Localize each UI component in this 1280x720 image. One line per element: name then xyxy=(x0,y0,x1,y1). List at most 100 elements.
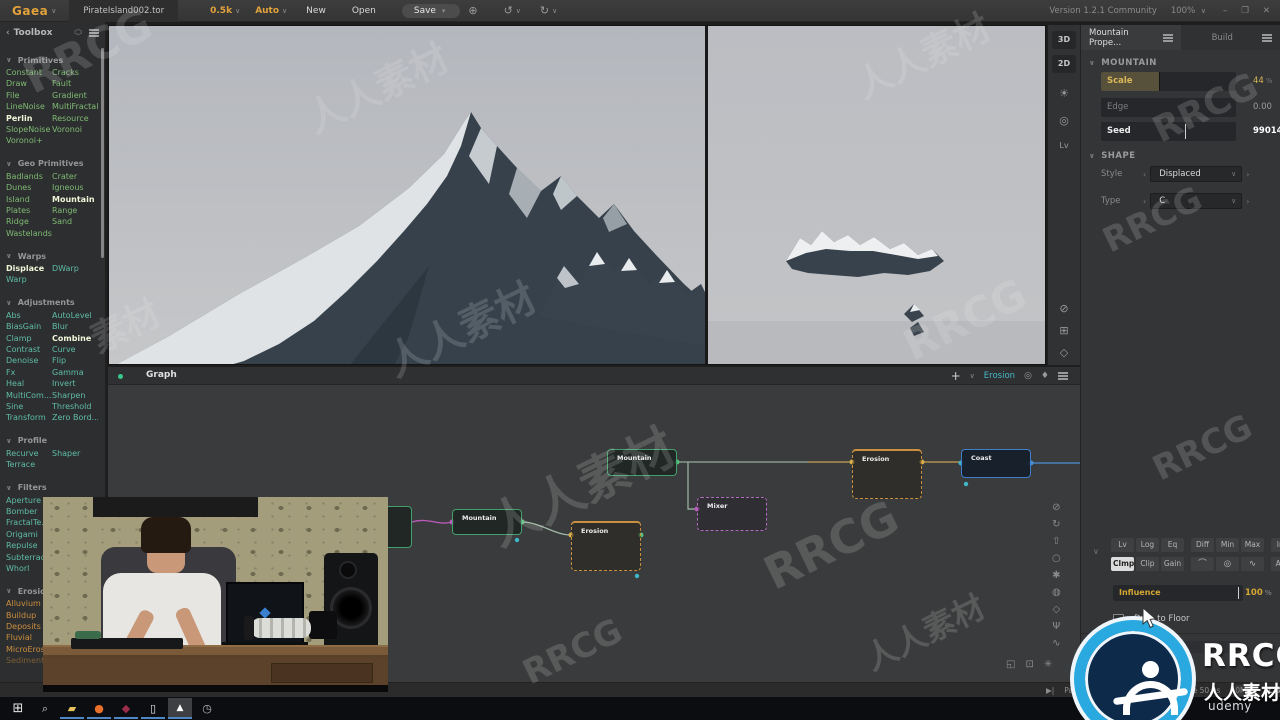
toolbox-item[interactable]: Dunes xyxy=(6,183,52,194)
influence-value[interactable]: 100% xyxy=(1245,585,1280,601)
menu-icon[interactable] xyxy=(89,32,99,34)
circle-icon[interactable]: ◎ xyxy=(1216,557,1239,571)
toolbox-item[interactable]: Island xyxy=(6,195,52,206)
toolbox-item[interactable]: Crater xyxy=(52,172,98,183)
firefox-icon[interactable]: ● xyxy=(87,698,111,719)
toolbox-item[interactable]: Terrace xyxy=(6,460,52,471)
toolbox-item[interactable]: Constant xyxy=(6,68,52,79)
level-label[interactable]: Lv xyxy=(1059,141,1068,150)
tab-build[interactable]: Build xyxy=(1180,25,1280,50)
post-button[interactable]: Inv xyxy=(1271,538,1280,552)
curve-icon[interactable]: ⌒ xyxy=(1191,557,1214,571)
tab-menu-icon[interactable] xyxy=(1262,36,1272,39)
prev-arrow-icon[interactable]: ‹ xyxy=(1139,197,1150,206)
circle-icon[interactable]: ○ xyxy=(1052,554,1061,564)
graph-title[interactable]: Graph xyxy=(146,370,177,380)
export-icon[interactable]: ⇧ xyxy=(1052,537,1060,547)
toolbox-item[interactable]: DWarp xyxy=(52,264,98,275)
style-dropdown[interactable]: Displaced ∨ xyxy=(1150,166,1243,182)
graph-menu-icon[interactable] xyxy=(1058,375,1068,377)
scrollbar[interactable] xyxy=(101,48,104,258)
toolbox-item[interactable]: Blur xyxy=(52,322,98,333)
toolbox-item[interactable]: File xyxy=(6,91,52,102)
open-button[interactable]: Open xyxy=(352,6,376,16)
toolbox-item[interactable]: Abs xyxy=(6,311,52,322)
viewport-island-view[interactable] xyxy=(707,26,1046,364)
node-coast[interactable]: Coast xyxy=(961,449,1031,478)
chevron-down-icon[interactable]: ∨ xyxy=(51,7,56,15)
preset-dropdown[interactable]: Erosion xyxy=(984,371,1015,381)
add-node-button[interactable]: + xyxy=(951,369,961,383)
toolbox-item[interactable]: Denoise xyxy=(6,356,52,367)
toolbox-item[interactable]: Wastelands xyxy=(6,229,52,240)
flame-icon[interactable]: ♦ xyxy=(1041,371,1049,381)
node-erosion-2[interactable]: Erosion xyxy=(852,449,922,499)
undo-icon[interactable]: ↺ xyxy=(504,4,513,17)
next-arrow-icon[interactable]: › xyxy=(1242,197,1253,206)
toolbox-item[interactable]: MultiCom... xyxy=(6,391,52,402)
save-button[interactable]: Save ▾ xyxy=(401,3,461,18)
toolbox-item[interactable]: Sine xyxy=(6,402,52,413)
view-3d-button[interactable]: 3D xyxy=(1052,31,1076,49)
toolbox-item[interactable]: Contrast xyxy=(6,345,52,356)
post-button[interactable]: Lv xyxy=(1111,538,1134,552)
refresh-icon[interactable]: ↻ xyxy=(1052,520,1060,530)
post-button[interactable]: Max xyxy=(1241,538,1264,552)
clock-icon[interactable]: ◷ xyxy=(195,698,219,719)
section-label[interactable]: Warps xyxy=(18,252,46,261)
document-icon[interactable]: ▯ xyxy=(141,698,165,719)
water-toggle-icon[interactable]: ⊘ xyxy=(1059,302,1068,315)
section-label[interactable]: Filters xyxy=(18,483,47,492)
toolbox-item[interactable]: Clamp xyxy=(6,334,52,345)
branch-icon[interactable]: Ψ xyxy=(1052,622,1060,632)
post-button[interactable]: Clip xyxy=(1136,557,1159,571)
toolbox-item[interactable]: Gamma xyxy=(52,368,98,379)
cube-icon[interactable]: ◇ xyxy=(1060,346,1068,359)
toolbox-item[interactable]: Badlands xyxy=(6,172,52,183)
node-mixer[interactable]: Mixer xyxy=(697,497,767,531)
post-button[interactable]: Clmp xyxy=(1111,557,1134,571)
filter-toggle-icon[interactable]: ⬭ xyxy=(74,28,82,38)
build-mode-dropdown[interactable]: Auto xyxy=(255,6,279,16)
close-button[interactable]: ✕ xyxy=(1263,6,1270,16)
redo-icon[interactable]: ↻ xyxy=(540,4,549,17)
frame-icon[interactable]: ◱ xyxy=(1006,659,1015,670)
compass-icon[interactable]: ◎ xyxy=(1059,114,1069,127)
tag-icon[interactable]: ◇ xyxy=(1053,605,1061,615)
toolbox-item[interactable]: Voronoi xyxy=(52,125,98,136)
toolbox-item[interactable]: Resource xyxy=(52,114,98,125)
app-logo[interactable]: Gaea xyxy=(12,4,48,18)
resolution-dropdown[interactable]: 0.5k xyxy=(210,6,232,16)
search-icon[interactable]: ⌕ xyxy=(33,698,57,719)
toolbox-item[interactable]: Warp xyxy=(6,275,52,286)
toolbox-item[interactable]: Curve xyxy=(52,345,98,356)
toolbox-item[interactable]: Igneous xyxy=(52,183,98,194)
seed-slider[interactable]: Seed 99014 xyxy=(1101,122,1280,141)
toolbox-item[interactable]: Gradient xyxy=(52,91,98,102)
toolbox-item[interactable]: Flip xyxy=(52,356,98,367)
minimize-button[interactable]: – xyxy=(1223,6,1227,16)
seed-value[interactable]: 99014 xyxy=(1253,122,1280,141)
toolbox-item[interactable]: AutoLevel xyxy=(52,311,98,322)
toolbox-item[interactable]: LineNoise xyxy=(6,102,52,113)
viewport-main-view[interactable] xyxy=(109,26,705,364)
toolbox-item[interactable]: Shaper xyxy=(52,449,98,460)
tab-node-properties[interactable]: Mountain Prope... xyxy=(1081,25,1181,50)
toolbox-item[interactable]: Invert xyxy=(52,379,98,390)
swirl-icon[interactable]: ◍ xyxy=(1052,588,1061,598)
toolbox-item[interactable]: Heal xyxy=(6,379,52,390)
scale-value[interactable]: 44% xyxy=(1253,72,1280,91)
maximize-button[interactable]: ❐ xyxy=(1241,6,1249,16)
wave-icon[interactable]: ∿ xyxy=(1241,557,1264,571)
3d-viewport[interactable] xyxy=(108,25,1046,365)
gaea-app-icon[interactable]: ▲ xyxy=(168,698,192,719)
toolbox-item[interactable]: Perlin xyxy=(6,114,52,125)
toolbox-item[interactable]: Combine xyxy=(52,334,98,345)
post-button[interactable]: Diff xyxy=(1191,538,1214,552)
node-mountain-1[interactable]: Mountain xyxy=(607,449,677,476)
chevron-down-icon[interactable]: ∨ xyxy=(235,7,240,15)
edge-value[interactable]: 0.00 xyxy=(1253,98,1280,117)
start-icon[interactable]: ⊞ xyxy=(6,698,30,719)
grid-icon[interactable]: ⊞ xyxy=(1059,324,1068,337)
chevron-down-icon[interactable]: ∨ xyxy=(552,7,557,15)
